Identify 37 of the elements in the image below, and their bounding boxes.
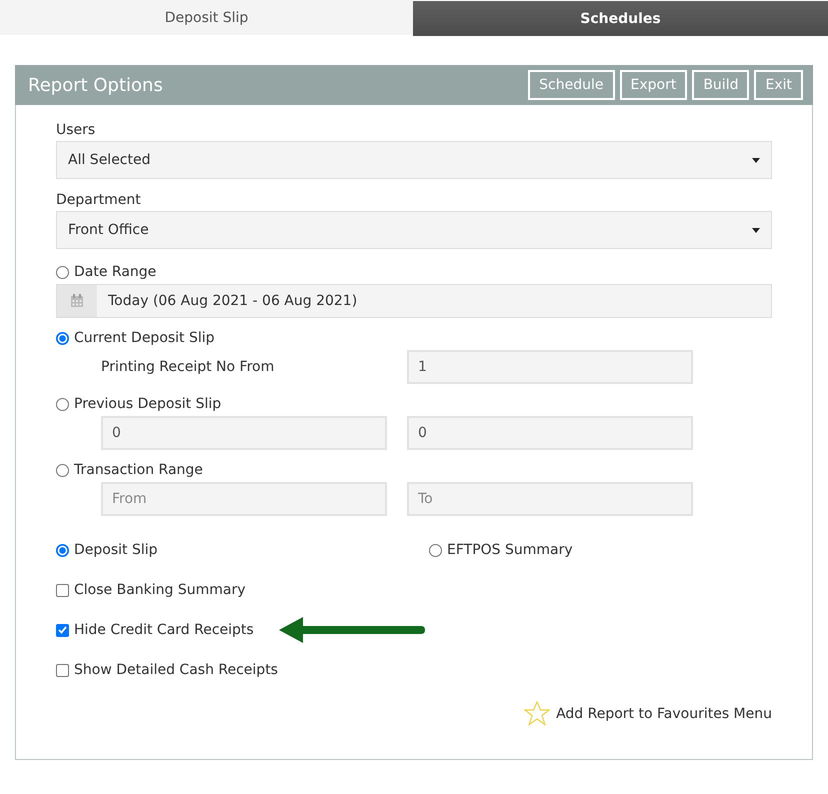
option-label: EFTPOS Summary bbox=[447, 542, 573, 558]
radio-button[interactable] bbox=[56, 544, 69, 556]
checkbox[interactable] bbox=[56, 664, 69, 676]
field-label: Users bbox=[56, 122, 96, 138]
option-label: Deposit Slip bbox=[74, 542, 158, 558]
checkbox[interactable] bbox=[56, 584, 69, 596]
calendar-icon bbox=[70, 294, 84, 308]
option-label: Transaction Range bbox=[74, 462, 203, 478]
checkbox-label: Hide Credit Card Receipts bbox=[74, 622, 254, 638]
field-label: Printing Receipt No From bbox=[101, 359, 276, 375]
dropdown[interactable]: All Selected bbox=[56, 141, 772, 179]
checkbox-label: Show Detailed Cash Receipts bbox=[74, 662, 278, 678]
caret-icon bbox=[752, 228, 760, 232]
radio-button[interactable] bbox=[56, 266, 69, 278]
panel-title: Report Options bbox=[28, 74, 164, 96]
dropdown[interactable]: Front Office bbox=[56, 211, 772, 249]
option-label: Date Range bbox=[74, 264, 156, 280]
date-range-field[interactable]: Today (06 Aug 2021 - 06 Aug 2021) bbox=[56, 284, 772, 318]
input-field[interactable]: From bbox=[101, 482, 387, 516]
radio-button[interactable] bbox=[56, 332, 69, 344]
option-label: Previous Deposit Slip bbox=[74, 396, 222, 412]
radio-button[interactable] bbox=[56, 398, 69, 410]
input-field[interactable]: To bbox=[407, 482, 693, 516]
input-field[interactable]: 0 bbox=[101, 416, 387, 450]
input-field[interactable]: 0 bbox=[407, 416, 693, 450]
radio-button[interactable] bbox=[429, 544, 442, 556]
option-label: Current Deposit Slip bbox=[74, 330, 215, 346]
tab[interactable]: Schedules bbox=[413, 1, 828, 36]
checkbox-label: Close Banking Summary bbox=[74, 582, 246, 598]
caret-icon bbox=[752, 158, 760, 162]
input-field[interactable]: 1 bbox=[407, 350, 693, 384]
checkbox[interactable] bbox=[56, 624, 69, 636]
favourites-link[interactable]: Add Report to Favourites Menu bbox=[556, 706, 772, 722]
star-icon[interactable] bbox=[524, 701, 550, 726]
tab[interactable]: Deposit Slip bbox=[0, 0, 413, 35]
field-label: Department bbox=[56, 192, 142, 208]
radio-button[interactable] bbox=[56, 464, 69, 476]
